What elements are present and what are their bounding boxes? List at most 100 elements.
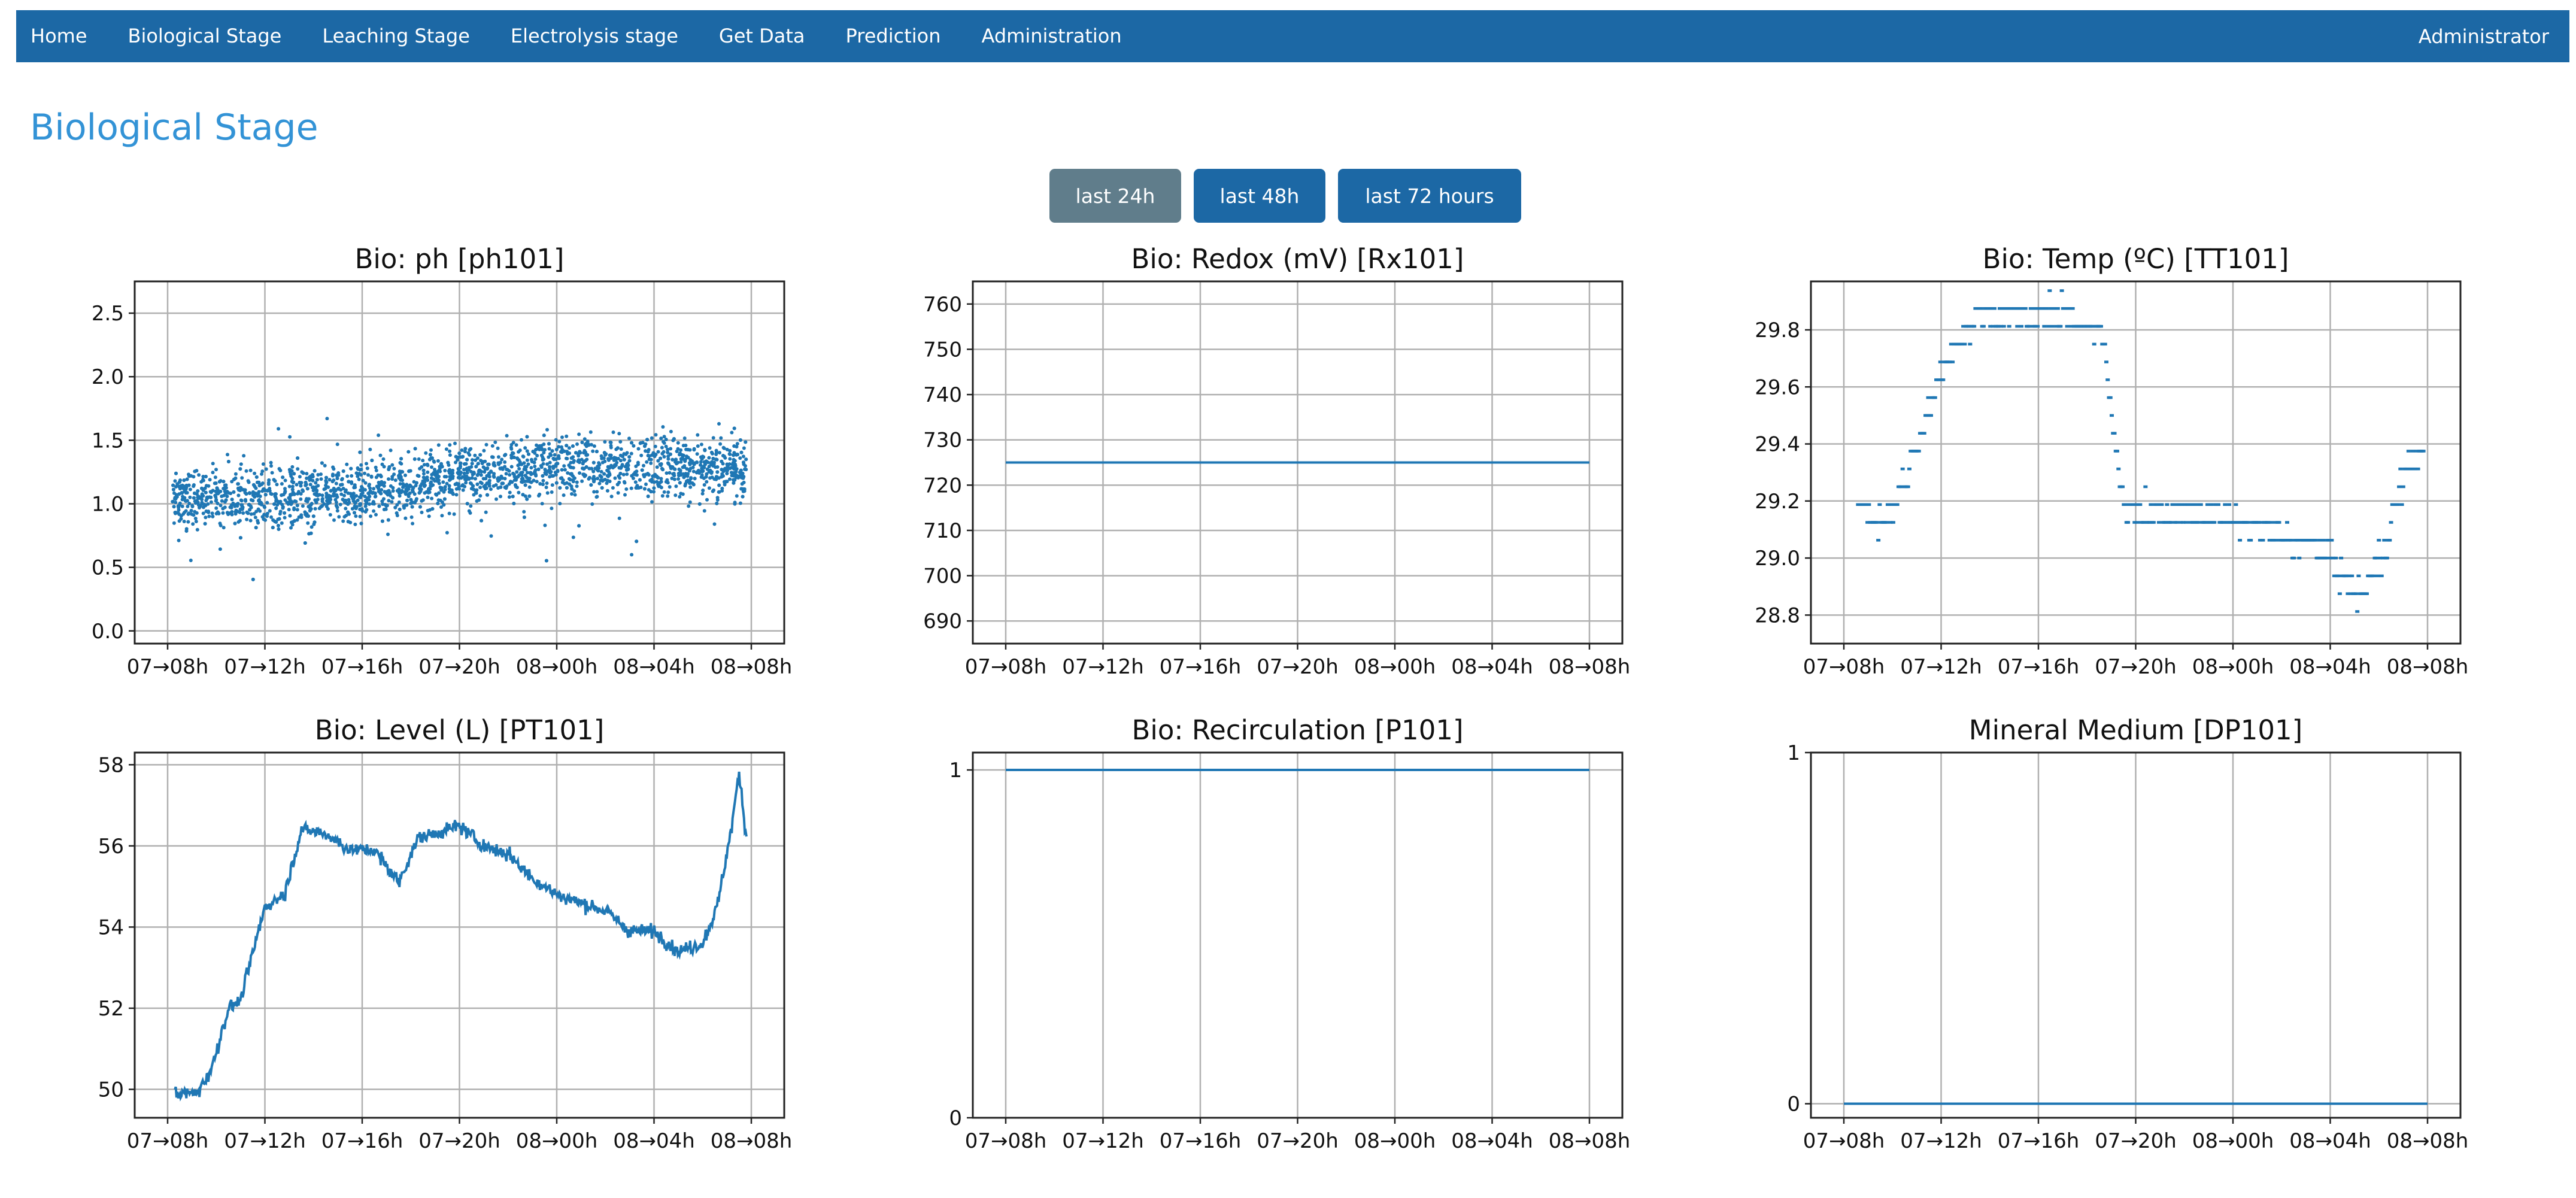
data-point bbox=[428, 453, 432, 457]
data-point bbox=[200, 486, 204, 490]
data-point bbox=[296, 492, 300, 496]
data-point bbox=[617, 432, 621, 436]
data-point bbox=[290, 465, 295, 469]
data-point bbox=[385, 504, 389, 508]
data-point bbox=[728, 477, 732, 481]
data-point bbox=[653, 444, 657, 448]
data-point bbox=[197, 495, 201, 499]
data-point bbox=[472, 471, 476, 475]
data-point bbox=[431, 472, 435, 476]
data-point bbox=[715, 475, 719, 479]
data-point bbox=[335, 473, 339, 477]
data-point bbox=[445, 530, 449, 535]
data-point bbox=[721, 445, 726, 450]
data-point bbox=[514, 477, 518, 481]
data-point bbox=[707, 486, 711, 490]
data-point bbox=[188, 495, 192, 499]
data-point bbox=[659, 436, 663, 441]
data-point bbox=[565, 444, 569, 448]
data-point bbox=[295, 508, 299, 512]
data-point bbox=[448, 449, 452, 453]
data-point bbox=[496, 446, 500, 450]
data-point bbox=[274, 506, 278, 510]
data-point bbox=[426, 478, 430, 482]
data-point bbox=[662, 439, 666, 444]
data-point bbox=[645, 438, 650, 442]
data-point bbox=[529, 471, 533, 475]
data-point bbox=[463, 462, 466, 466]
data-point bbox=[430, 507, 435, 511]
data-point bbox=[285, 501, 289, 504]
data-point bbox=[408, 469, 412, 473]
data-point bbox=[661, 425, 665, 429]
data-point bbox=[298, 475, 302, 479]
data-point bbox=[584, 465, 588, 469]
data-point bbox=[187, 474, 191, 478]
data-point bbox=[341, 469, 345, 473]
data-point bbox=[173, 479, 177, 483]
data-point bbox=[557, 439, 562, 444]
data-point bbox=[301, 471, 305, 475]
data-point bbox=[688, 481, 692, 486]
data-point bbox=[387, 499, 391, 503]
data-point bbox=[542, 433, 546, 438]
data-point bbox=[670, 465, 675, 469]
x-tick-label: 08→04h bbox=[613, 655, 695, 679]
data-point bbox=[217, 480, 222, 484]
data-point bbox=[190, 504, 195, 508]
data-point bbox=[180, 504, 184, 508]
x-tick-label: 08→00h bbox=[1354, 655, 1436, 679]
data-point bbox=[707, 456, 711, 460]
data-point bbox=[688, 485, 693, 489]
data-point bbox=[406, 493, 411, 497]
data-point bbox=[256, 521, 260, 525]
data-point bbox=[662, 490, 666, 494]
data-point bbox=[303, 541, 307, 545]
data-point bbox=[732, 426, 736, 430]
data-point bbox=[497, 462, 501, 466]
data-point bbox=[678, 495, 682, 499]
y-tick-label: 1.0 bbox=[92, 492, 124, 516]
data-point bbox=[257, 498, 261, 502]
data-point bbox=[454, 454, 458, 459]
data-point bbox=[335, 505, 339, 509]
data-point bbox=[531, 450, 535, 454]
data-point bbox=[633, 471, 637, 474]
data-point bbox=[395, 511, 399, 515]
data-point bbox=[248, 468, 253, 472]
x-tick-label: 08→04h bbox=[2289, 655, 2371, 679]
data-point bbox=[484, 510, 488, 514]
chart-title: Mineral Medium [DP101] bbox=[1969, 714, 2302, 746]
data-point bbox=[381, 502, 385, 507]
data-point bbox=[550, 474, 554, 478]
data-point bbox=[387, 477, 390, 481]
data-point bbox=[571, 455, 575, 459]
y-tick-label: 760 bbox=[923, 293, 962, 317]
data-point bbox=[184, 491, 188, 495]
data-point bbox=[735, 442, 739, 446]
data-point bbox=[414, 481, 418, 485]
data-point bbox=[310, 525, 314, 529]
data-point bbox=[742, 487, 747, 491]
x-tick-label: 07→12h bbox=[1062, 1129, 1144, 1153]
data-point bbox=[467, 509, 471, 513]
data-point bbox=[465, 469, 469, 472]
data-point bbox=[626, 464, 630, 468]
data-point bbox=[324, 483, 328, 487]
data-point bbox=[563, 468, 567, 472]
x-tick-label: 08→08h bbox=[711, 1129, 793, 1153]
data-point bbox=[182, 478, 186, 483]
data-point bbox=[460, 448, 464, 452]
data-point bbox=[482, 448, 486, 453]
data-point bbox=[511, 471, 515, 475]
data-point bbox=[548, 452, 553, 456]
data-point bbox=[590, 502, 594, 506]
data-point bbox=[287, 484, 292, 489]
data-point bbox=[253, 471, 257, 475]
data-point bbox=[602, 472, 606, 476]
data-point bbox=[283, 515, 287, 520]
data-point bbox=[365, 462, 368, 466]
data-point bbox=[238, 536, 242, 540]
data-point bbox=[527, 452, 530, 456]
data-point bbox=[238, 467, 242, 471]
